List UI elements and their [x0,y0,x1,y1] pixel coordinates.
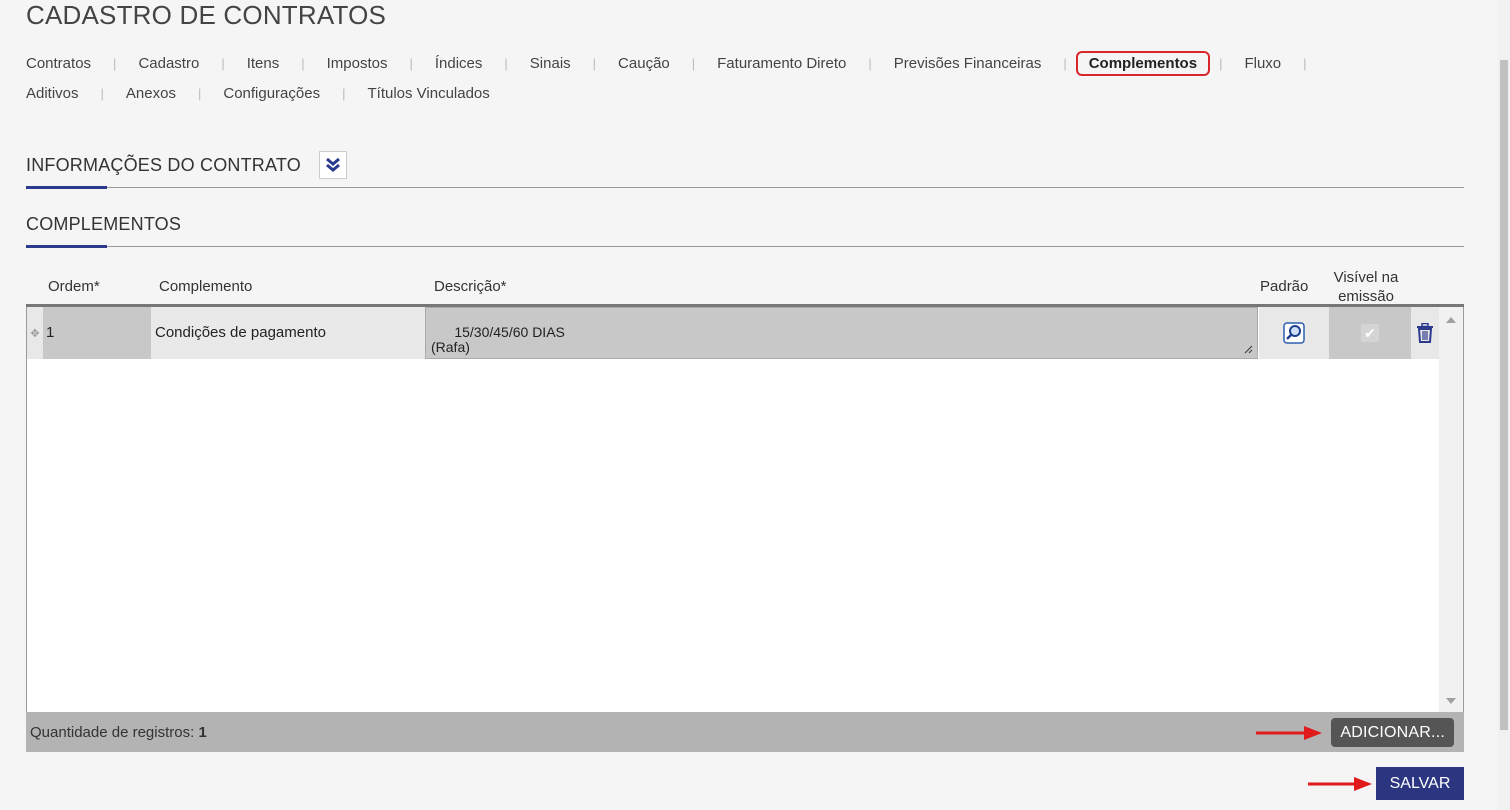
column-header-padrao[interactable]: Padrão [1260,278,1308,295]
page-scrollbar-thumb[interactable] [1500,60,1508,730]
records-label-text: Quantidade de registros: [30,724,195,741]
tab-anexos[interactable]: Anexos [126,85,176,102]
add-button[interactable]: ADICIONAR... [1331,718,1454,747]
tab-separator: | [868,55,872,71]
grid-footer: Quantidade de registros: 1 ADICIONAR... [26,712,1464,752]
drag-handle-icon[interactable]: ✥ [27,307,43,359]
cell-padrao [1259,307,1329,359]
annotation-arrow-icon [1308,777,1372,791]
column-header-ordem[interactable]: Ordem* [48,278,100,295]
expand-section-button[interactable] [319,151,347,179]
tab-bar-row-1: Contratos | Cadastro | Itens | Impostos … [26,50,1329,76]
tab-caucao[interactable]: Caução [618,55,670,72]
tab-faturamento-direto[interactable]: Faturamento Direto [717,55,846,72]
save-button[interactable]: SALVAR [1376,767,1464,800]
tab-bar-row-2: Aditivos | Anexos | Configurações | Títu… [26,82,490,104]
tab-separator: | [1303,55,1307,71]
tab-separator: | [409,55,413,71]
annotation-arrow-icon [1256,726,1322,740]
column-header-visivel-line1: Visível na [1333,269,1399,286]
tab-separator: | [221,55,225,71]
tab-sinais[interactable]: Sinais [530,55,571,72]
table-row[interactable]: ✥ 1 Condições de pagamento 15/30/45/60 D… [27,307,1439,359]
tab-separator: | [342,85,346,101]
tab-itens[interactable]: Itens [247,55,280,72]
tab-separator: | [197,85,202,101]
tab-cadastro[interactable]: Cadastro [138,55,199,72]
trash-icon [1417,323,1433,343]
section-accent-bar [26,186,107,189]
tab-contratos[interactable]: Contratos [26,55,91,72]
delete-row-button[interactable] [1411,307,1439,359]
tab-separator: | [1063,55,1067,71]
grid-header: Ordem* Complemento Descrição* Padrão Vis… [26,262,1464,306]
visivel-checkbox[interactable]: ✔ [1361,324,1379,342]
descricao-text: 15/30/45/60 DIAS (Rafa) [431,324,565,355]
resize-grip-icon[interactable] [1244,345,1253,354]
complementos-grid: ✥ 1 Condições de pagamento 15/30/45/60 D… [26,307,1464,712]
column-header-visivel[interactable]: Visível na emissão [1330,268,1402,306]
grid-scrollbar[interactable] [1439,307,1463,712]
tab-titulos-vinculados[interactable]: Títulos Vinculados [367,85,489,102]
page-title: CADASTRO DE CONTRATOS [26,0,387,30]
tab-complementos[interactable]: Complementos [1075,50,1211,76]
tab-fluxo[interactable]: Fluxo [1244,55,1281,72]
cell-visivel: ✔ [1329,307,1411,359]
section-divider [26,187,1464,188]
section-accent-bar [26,245,107,248]
tab-impostos[interactable]: Impostos [327,55,388,72]
records-count-value: 1 [198,724,207,741]
section-title-complementos: COMPLEMENTOS [26,214,182,234]
descricao-textarea[interactable]: 15/30/45/60 DIAS (Rafa) [425,307,1258,359]
cell-ordem[interactable]: 1 [43,307,151,359]
cell-complemento[interactable]: Condições de pagamento [151,307,425,359]
tab-indices[interactable]: Índices [435,55,483,72]
tab-separator: | [301,55,305,71]
tab-separator: | [691,55,696,71]
section-title-informacoes: INFORMAÇÕES DO CONTRATO [26,155,301,175]
column-header-complemento[interactable]: Complemento [159,278,252,295]
scroll-down-icon[interactable] [1446,698,1456,704]
column-header-descricao[interactable]: Descrição* [434,278,507,295]
tab-separator: | [113,55,117,71]
tab-separator: | [1219,55,1223,71]
tab-separator: | [504,55,508,71]
tab-previsoes-financeiras[interactable]: Previsões Financeiras [894,55,1042,72]
tab-configuracoes[interactable]: Configurações [223,85,320,102]
tab-separator: | [592,55,597,71]
scroll-up-icon[interactable] [1446,317,1456,323]
records-count-label: Quantidade de registros: 1 [30,724,207,741]
tab-separator: | [100,85,104,101]
column-header-visivel-line2: emissão [1338,288,1394,305]
double-chevron-down-icon [326,157,340,172]
tab-aditivos[interactable]: Aditivos [26,85,79,102]
section-divider [26,246,1464,247]
lookup-search-icon[interactable] [1283,322,1305,344]
page-scrollbar[interactable] [1498,0,1510,810]
